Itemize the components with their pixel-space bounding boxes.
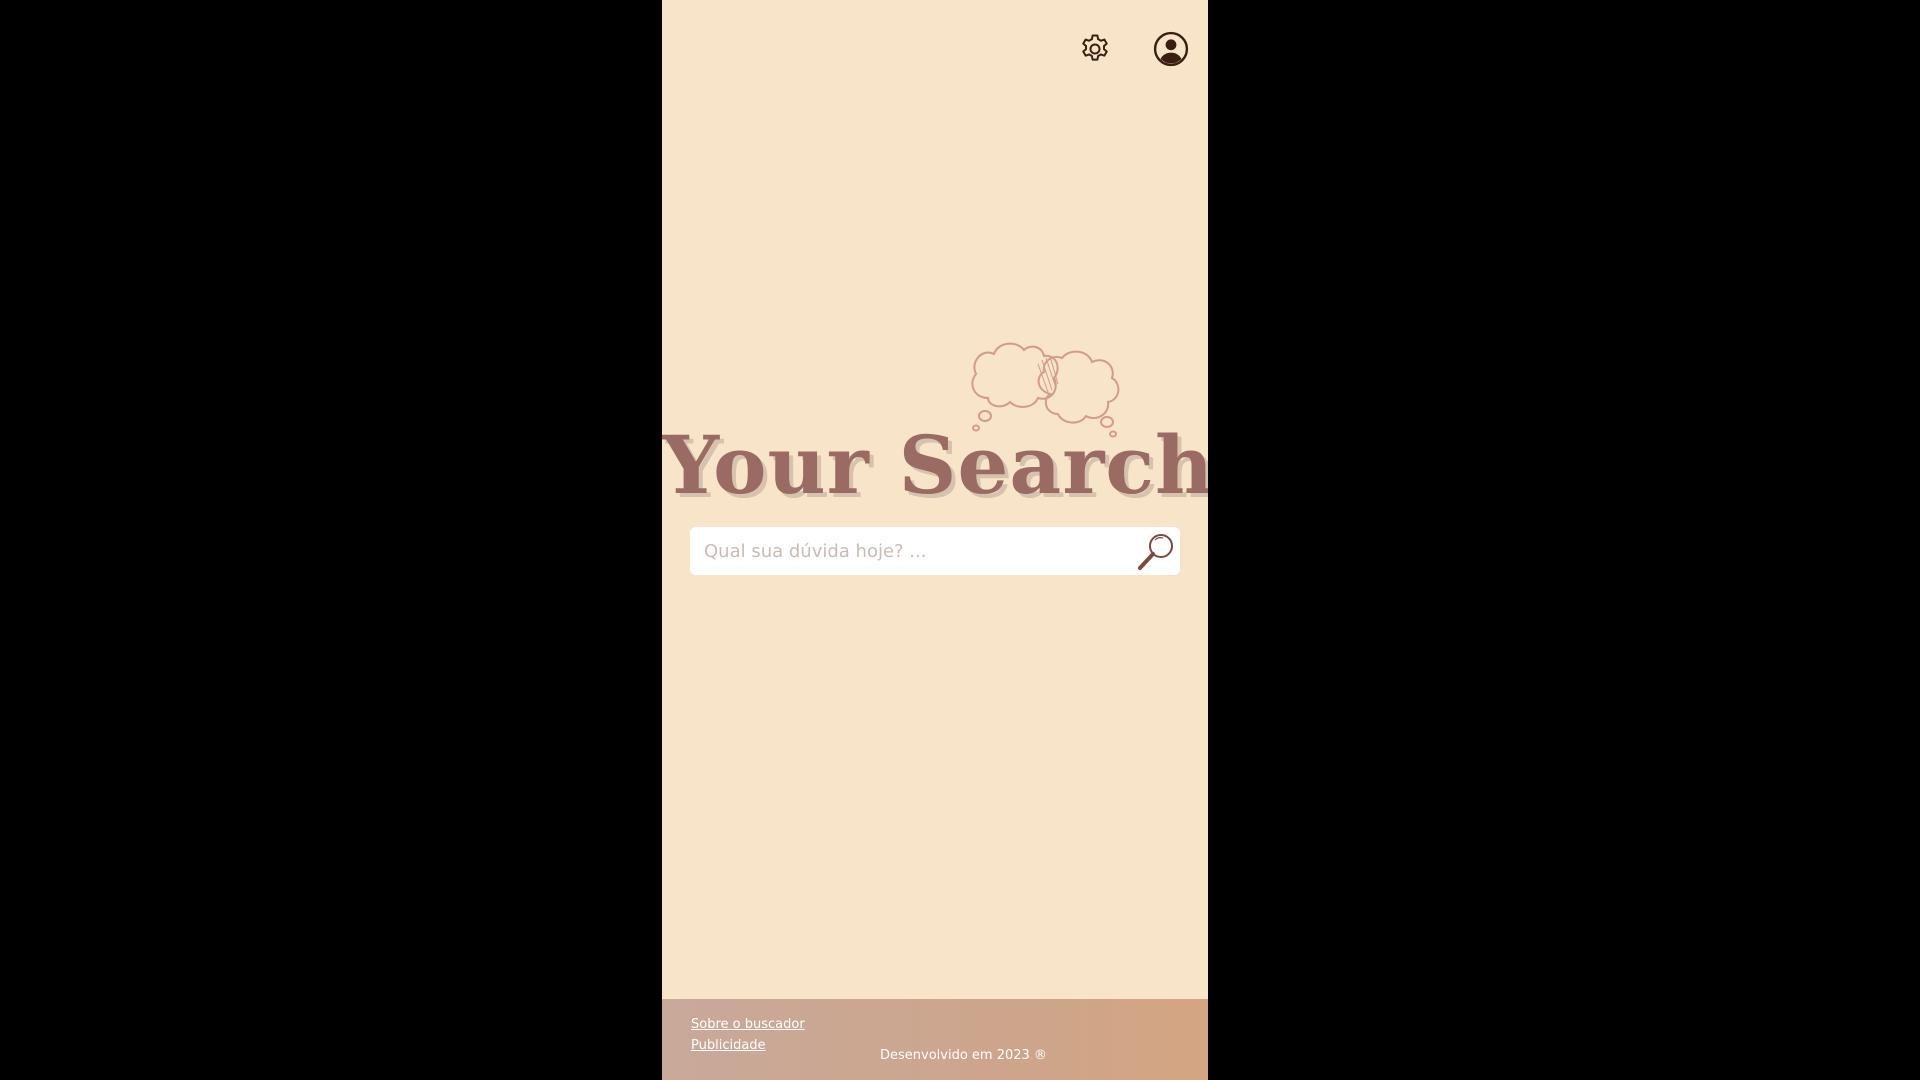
magnifier-icon <box>1138 534 1173 570</box>
settings-button[interactable] <box>1076 30 1114 68</box>
footer-credit: Desenvolvido em 2023 ® <box>880 1048 1047 1063</box>
search-bar <box>690 527 1180 575</box>
user-circle-icon <box>1153 31 1189 67</box>
header-actions <box>1076 30 1190 68</box>
logo: Your Search <box>662 320 1208 512</box>
app-screen: Your Search Sobre o buscador Publicidade… <box>662 0 1208 1080</box>
footer-link-about[interactable]: Sobre o buscador <box>691 1017 805 1032</box>
search-button[interactable] <box>1132 527 1180 575</box>
footer-links: Sobre o buscador Publicidade <box>691 1017 805 1053</box>
footer: Sobre o buscador Publicidade Desenvolvid… <box>662 999 1208 1080</box>
footer-link-advertising[interactable]: Publicidade <box>691 1038 805 1053</box>
profile-button[interactable] <box>1152 30 1190 68</box>
search-input[interactable] <box>690 527 1132 575</box>
gear-icon <box>1082 34 1108 61</box>
app-title: Your Search <box>662 418 1208 512</box>
